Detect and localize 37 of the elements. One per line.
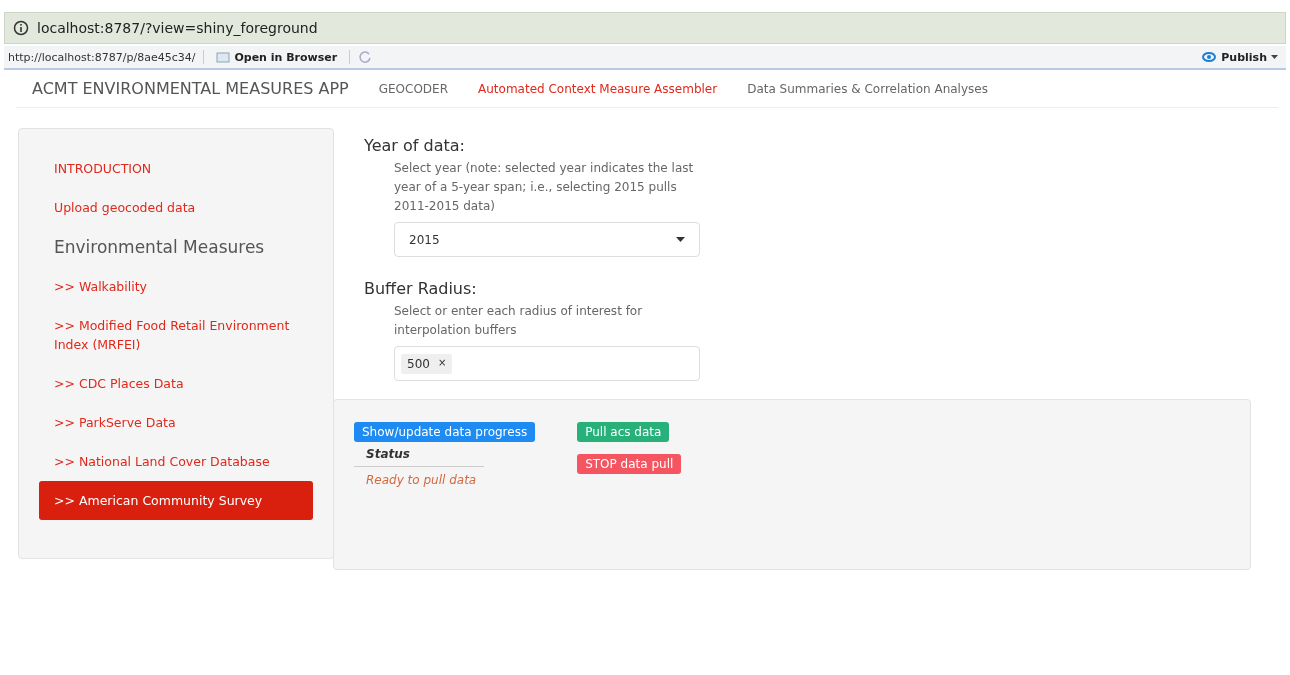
status-text: Ready to pull data	[365, 472, 478, 489]
progress-button[interactable]: Show/update data progress	[354, 422, 536, 442]
caret-icon	[676, 237, 685, 242]
app-brand: ACMT ENVIRONMENTAL MEASURES APP	[32, 79, 349, 98]
nav-tab[interactable]: GEOCODER	[378, 81, 449, 96]
stop-button[interactable]: STOP data pull	[577, 454, 682, 474]
caret-icon	[1271, 55, 1278, 59]
pull-button[interactable]: Pull acs data	[577, 422, 670, 442]
section-title: Buffer Radius:	[364, 279, 478, 298]
sidebar-item[interactable]: >> Walkability	[39, 267, 313, 306]
sidebar-item[interactable]: >> Modified Food Retail Environment Index (MRFEI)	[39, 306, 313, 364]
refresh-icon[interactable]	[358, 50, 373, 64]
address-bar[interactable]: localhost:8787/?view=shiny_foreground	[4, 12, 1286, 44]
sidebar-item[interactable]: Upload geocoded data	[39, 188, 313, 227]
publish-button[interactable]: Publish	[1197, 50, 1282, 64]
status-heading: Status	[354, 442, 484, 467]
nav-tab[interactable]: Data Summaries & Correlation Analyses	[747, 81, 988, 96]
info-icon	[13, 20, 29, 36]
window-icon	[216, 51, 231, 63]
radius-field[interactable]: 500 ×	[394, 346, 700, 381]
sidebar-item[interactable]: >> American Community Survey	[39, 481, 313, 520]
publish-icon	[1201, 51, 1218, 63]
sidebar-item[interactable]: >> ParkServe Data	[39, 403, 313, 442]
year-select[interactable]: 2015	[394, 222, 700, 257]
sidebar-item[interactable]: >> National Land Cover Database	[39, 442, 313, 481]
help-text: Select or enter each radius of interest for interpolation buffers	[394, 303, 644, 339]
help-text: Select year (note: selected year indicates the last year of a 5-year span; i.e., selecting 2015 pulls 2011-2015 data)	[394, 160, 695, 215]
sidebar-heading: Environmental Measures	[53, 236, 266, 259]
remove-tag-button[interactable]: ×	[437, 356, 447, 371]
sidebar-item[interactable]: INTRODUCTION	[39, 149, 313, 188]
url-text: localhost:8787/?view=shiny_foreground	[37, 20, 318, 36]
section-title: Year of data:	[364, 136, 466, 155]
url-text: http://localhost:8787/p/8ae45c34/	[8, 50, 196, 64]
tag-label: 500	[407, 356, 430, 371]
open-browser-button[interactable]: Open in Browser	[212, 50, 342, 64]
sidebar-item[interactable]: >> CDC Places Data	[39, 364, 313, 403]
nav-tab[interactable]: Automated Context Measure Assembler	[478, 81, 718, 96]
